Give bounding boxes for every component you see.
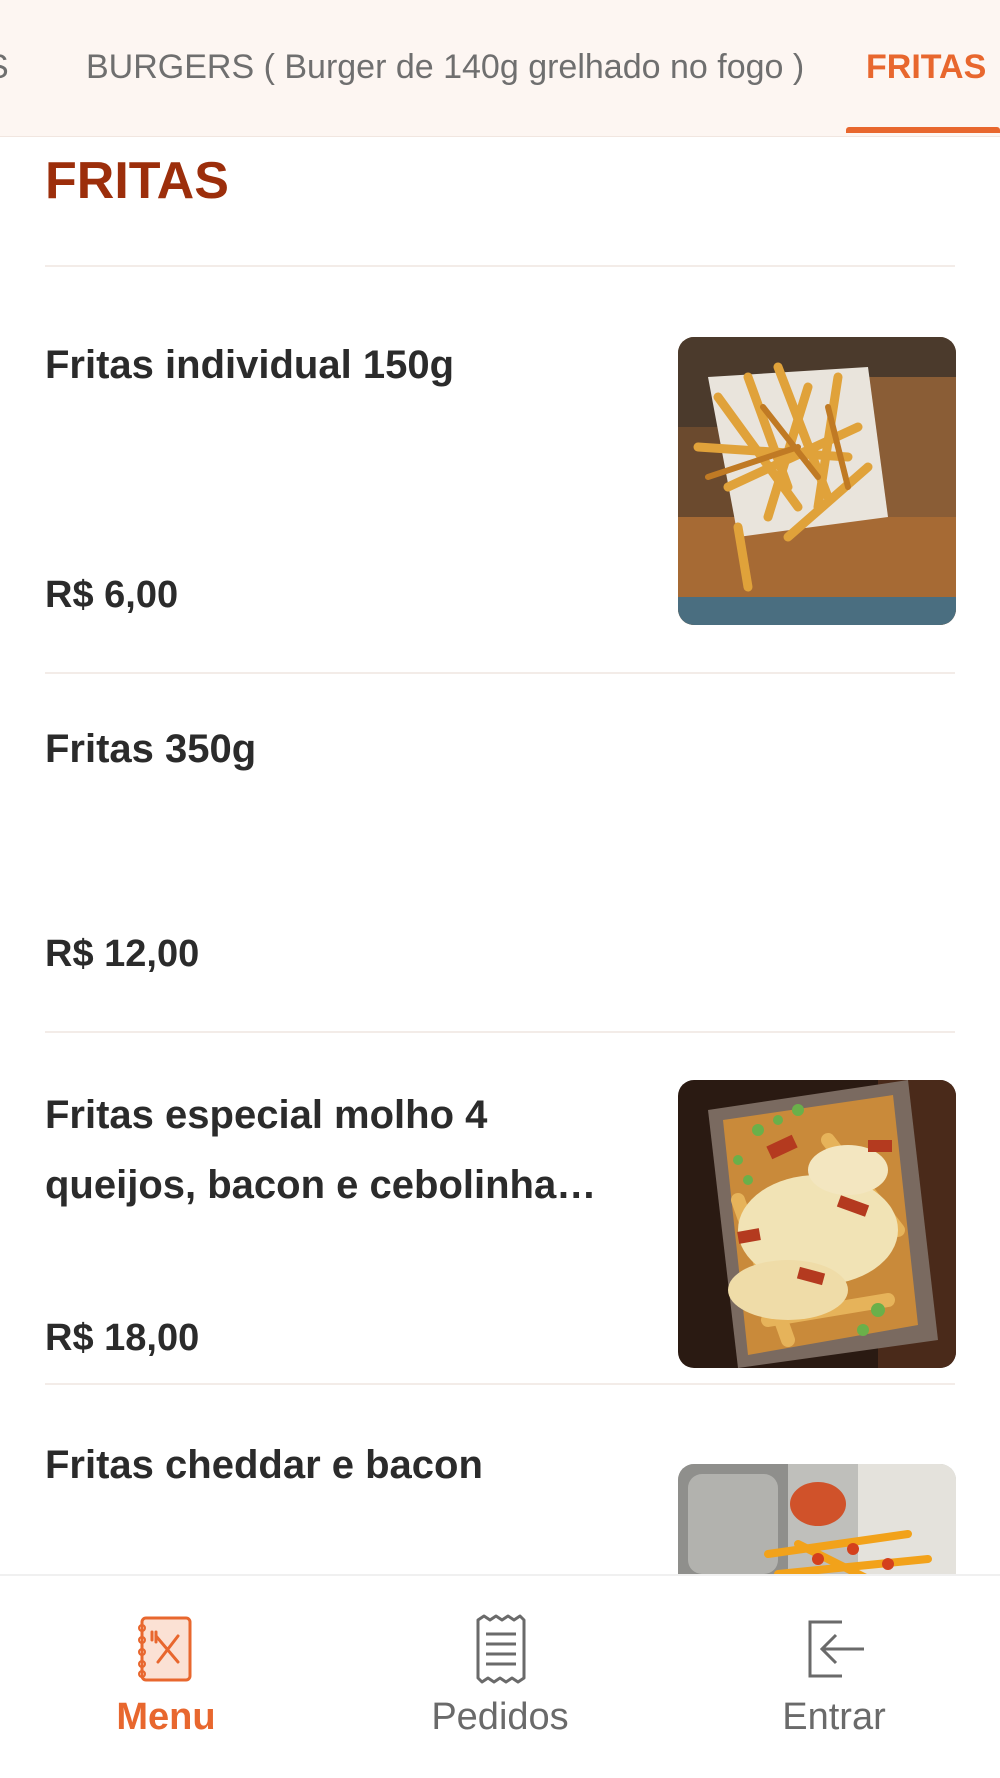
nav-login[interactable]: Entrar [714, 1614, 954, 1739]
nav-orders[interactable]: Pedidos [380, 1614, 620, 1739]
item-photo [678, 337, 956, 625]
item-name: Fritas cheddar e bacon [45, 1443, 483, 1487]
divider [45, 265, 955, 267]
item-price: R$ 18,00 [45, 1317, 200, 1359]
item-name: Fritas individual 150g [45, 343, 455, 387]
item-name: Fritas especial molho 4 queijos, bacon e… [45, 1093, 597, 1207]
section-title: FRITAS [45, 152, 229, 210]
divider [45, 672, 955, 674]
item-price: R$ 6,00 [45, 574, 179, 616]
receipt-icon [476, 1614, 526, 1684]
item-price: R$ 12,00 [45, 933, 200, 975]
nav-login-label: Entrar [782, 1696, 886, 1738]
category-tab-bar: S BURGERS ( Burger de 140g grelhado no f… [0, 0, 1000, 137]
tab-previous-category[interactable]: S [0, 48, 9, 87]
bottom-navigation: Menu Pedidos Entrar [0, 1574, 1000, 1778]
nav-menu[interactable]: Menu [46, 1614, 286, 1739]
nav-menu-label: Menu [116, 1696, 216, 1738]
divider [45, 1031, 955, 1033]
login-arrow-icon [808, 1620, 864, 1678]
active-tab-indicator [846, 127, 1000, 133]
item-photo [678, 1464, 956, 1574]
menu-book-icon [138, 1616, 192, 1682]
menu-content[interactable]: FRITAS Fritas individual 150g R$ 6,00 Fr… [0, 137, 1000, 1574]
divider [45, 1383, 955, 1385]
tab-burgers[interactable]: BURGERS ( Burger de 140g grelhado no fog… [86, 48, 804, 87]
item-photo [678, 1080, 956, 1368]
nav-orders-label: Pedidos [431, 1696, 569, 1738]
item-name: Fritas 350g [45, 727, 257, 771]
tab-fritas[interactable]: FRITAS [866, 48, 986, 87]
